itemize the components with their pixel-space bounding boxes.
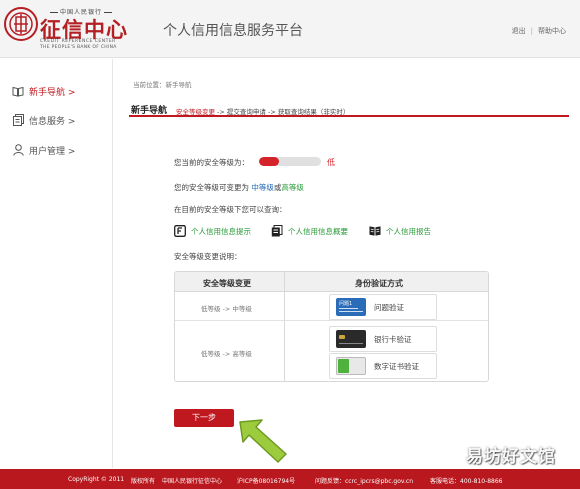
open-book-icon bbox=[369, 225, 381, 237]
top-links: 退出 | 帮助中心 bbox=[512, 26, 566, 36]
footer: CopyRight © 2011 版权所有 中国人民银行征信中心 沪ICP备08… bbox=[0, 469, 580, 489]
query-item-label: 个人信用信息提示 bbox=[191, 226, 251, 236]
table-divider bbox=[284, 272, 285, 381]
remaining-steps: -> 提交查询申请 -> 获取查询结果（非实时） bbox=[215, 108, 350, 116]
section-title: 新手导航 bbox=[131, 106, 168, 116]
table-row-change: 低等级 -> 高等级 bbox=[201, 350, 252, 358]
query-item-label: 个人信用报告 bbox=[386, 226, 431, 236]
sidebar: 新手导航 > 信息服务 > 用户管理 > bbox=[0, 59, 113, 468]
high-level-link[interactable]: 高等级 bbox=[281, 183, 304, 192]
app-root: 中国人民银行 征信中心 CREDIT REFERENCE CENTER THE … bbox=[0, 0, 580, 489]
auth-label: 问题验证 bbox=[374, 302, 404, 312]
steps-indicator: 安全等级变更 -> 提交查询申请 -> 获取查询结果（非实时） bbox=[176, 106, 349, 116]
query-item-credit-summary[interactable]: 个人信用信息概要 bbox=[271, 225, 348, 237]
question-card-icon: 问题1 bbox=[336, 298, 366, 316]
help-center-link[interactable]: 帮助中心 bbox=[538, 27, 566, 35]
question-verify-option[interactable]: 问题1 问题验证 bbox=[329, 294, 437, 320]
top-links-separator: | bbox=[530, 27, 533, 35]
doc-list-icon bbox=[271, 225, 283, 237]
security-change-table: 安全等级变更 身份验证方式 低等级 -> 中等级 问题1 问题验证 低等级 ->… bbox=[174, 271, 489, 382]
document-icon bbox=[12, 114, 24, 126]
digital-cert-icon bbox=[336, 357, 366, 375]
doc-f-icon bbox=[174, 225, 186, 237]
security-level-fill bbox=[259, 157, 280, 166]
query-item-credit-report[interactable]: 个人信用报告 bbox=[369, 225, 431, 237]
sidebar-item-label: 用户管理 > bbox=[29, 146, 76, 157]
footer-hotline: 客服电话：400-810-8866 bbox=[430, 478, 503, 485]
query-item-credit-hint[interactable]: 个人信用信息提示 bbox=[174, 225, 251, 237]
query-intro: 在目前的安全等级下您可以查询： bbox=[174, 205, 287, 214]
change-prefix: 您的安全等级可变更为 bbox=[174, 183, 249, 192]
query-item-label: 个人信用信息概要 bbox=[288, 226, 348, 236]
bank-card-icon bbox=[336, 330, 366, 348]
logout-link[interactable]: 退出 bbox=[512, 27, 526, 35]
table-row-change: 低等级 -> 中等级 bbox=[201, 305, 252, 313]
sidebar-item-label: 新手导航 > bbox=[29, 87, 76, 98]
auth-label: 数字证书验证 bbox=[374, 361, 419, 371]
table-header-cell: 身份验证方式 bbox=[355, 279, 403, 288]
sidebar-item-novice-guide[interactable]: 新手导航 > bbox=[12, 83, 75, 99]
sidebar-item-label: 信息服务 > bbox=[29, 116, 76, 127]
mid-level-link[interactable]: 中等级 bbox=[251, 183, 274, 192]
table-row-divider bbox=[175, 320, 488, 321]
book-icon bbox=[12, 85, 24, 97]
user-icon bbox=[12, 144, 24, 156]
current-level-label: 您当前的安全等级为： bbox=[174, 158, 249, 167]
sidebar-item-user-management[interactable]: 用户管理 > bbox=[12, 142, 75, 158]
auth-label: 银行卡验证 bbox=[374, 334, 412, 344]
pointer-arrow-icon bbox=[239, 419, 287, 463]
security-level-bar bbox=[259, 157, 321, 166]
logo-en-line2: THE PEOPLE'S BANK OF CHINA bbox=[40, 45, 117, 50]
bank-card-verify-option[interactable]: 银行卡验证 bbox=[329, 326, 437, 352]
current-level-value: 低 bbox=[327, 158, 335, 167]
app-title: 个人信用信息服务平台 bbox=[163, 23, 303, 39]
level-change-text: 您的安全等级可变更为 中等级或高等级 bbox=[174, 182, 304, 193]
watermark-text: 易坊好文馆 bbox=[466, 447, 556, 467]
breadcrumb: 当前位置：新手导航 bbox=[133, 81, 192, 89]
question-card-text: 问题1 bbox=[339, 301, 353, 307]
footer-feedback[interactable]: 问题反馈：ccrc_ipcrs@pbc.gov.cn bbox=[315, 476, 413, 485]
footer-org: 中国人民银行征信中心 bbox=[162, 478, 223, 485]
current-step: 安全等级变更 bbox=[176, 108, 215, 116]
table-header: 安全等级变更 身份验证方式 bbox=[175, 272, 488, 292]
footer-rights: 版权所有 bbox=[131, 478, 156, 485]
sidebar-item-info-service[interactable]: 信息服务 > bbox=[12, 112, 75, 128]
footer-icp[interactable]: 沪ICP备08016794号 bbox=[237, 476, 295, 485]
table-header-cell: 安全等级变更 bbox=[203, 279, 251, 288]
section-header: 新手导航 安全等级变更 -> 提交查询申请 -> 获取查询结果（非实时） bbox=[129, 101, 569, 117]
credit-center-seal-icon bbox=[4, 7, 38, 41]
next-step-button[interactable]: 下一步 bbox=[174, 409, 234, 427]
change-description-label: 安全等级变更说明： bbox=[174, 252, 242, 261]
header: 中国人民银行 征信中心 CREDIT REFERENCE CENTER THE … bbox=[0, 0, 580, 58]
footer-copyright: CopyRight © 2011 bbox=[68, 476, 125, 483]
logo-en-line1: CREDIT REFERENCE CENTER bbox=[40, 39, 116, 44]
digital-cert-verify-option[interactable]: 数字证书验证 bbox=[329, 353, 437, 379]
